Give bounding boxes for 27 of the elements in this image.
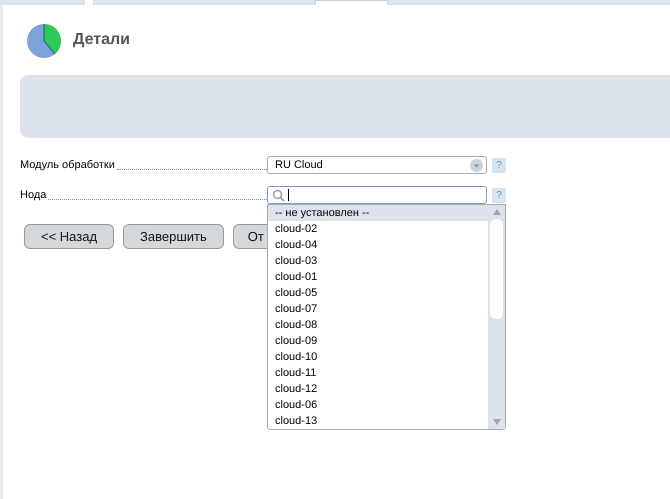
nav-button[interactable]: Завершить: [123, 224, 224, 249]
nav-button[interactable]: << Назад: [24, 224, 114, 249]
page-title: Детали: [73, 30, 130, 50]
tab[interactable]: [388, 0, 670, 5]
dropdown-option[interactable]: cloud-12: [268, 381, 488, 397]
search-field[interactable]: [267, 186, 487, 204]
dropdown-option[interactable]: -- не установлен --: [268, 205, 488, 221]
dropdown-option[interactable]: cloud-05: [268, 285, 488, 301]
dropdown-option[interactable]: cloud-03: [268, 253, 488, 269]
dropdown-option[interactable]: cloud-06: [268, 397, 488, 413]
tab[interactable]: [0, 0, 85, 5]
field-label: Модуль обработки: [20, 158, 115, 173]
dropdown-option[interactable]: cloud-09: [268, 333, 488, 349]
scroll-up-icon[interactable]: [492, 209, 500, 215]
field-label: Нода: [20, 188, 46, 203]
dropdown-option[interactable]: cloud-01: [268, 269, 488, 285]
dropdown-option[interactable]: cloud-10: [268, 349, 488, 365]
dropdown-option[interactable]: cloud-13: [268, 413, 488, 429]
tab[interactable]: [315, 0, 388, 5]
scroll-down-icon[interactable]: [492, 419, 500, 425]
tab[interactable]: [93, 0, 315, 5]
dropdown-option[interactable]: cloud-11: [268, 365, 488, 381]
scrollbar[interactable]: [488, 205, 505, 429]
select-field[interactable]: RU Cloud: [267, 156, 487, 174]
dropdown-option[interactable]: cloud-08: [268, 317, 488, 333]
search-icon: [272, 188, 285, 202]
dropdown-option[interactable]: cloud-07: [268, 301, 488, 317]
